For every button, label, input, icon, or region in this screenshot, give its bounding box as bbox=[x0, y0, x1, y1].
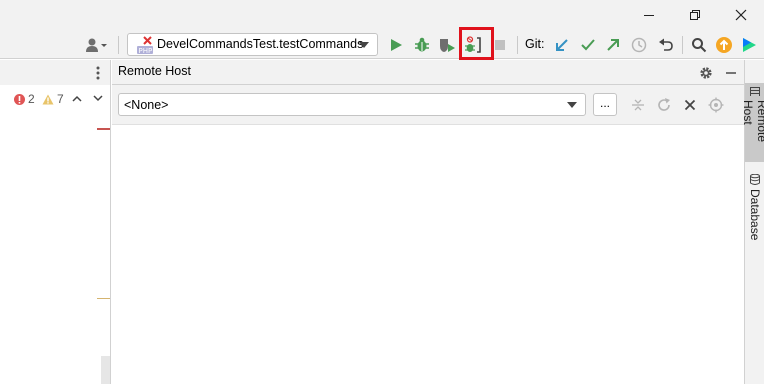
chevron-down-icon bbox=[93, 94, 103, 101]
browse-hosts-button[interactable]: ... bbox=[593, 93, 617, 116]
git-label: Git: bbox=[525, 37, 545, 51]
user-button[interactable] bbox=[84, 34, 112, 56]
right-tool-window-bar: Remote Host Database bbox=[741, 60, 764, 384]
run-configuration-label: DevelCommandsTest.testCommands bbox=[157, 37, 364, 51]
debug-button[interactable] bbox=[411, 34, 433, 56]
coverage-icon bbox=[440, 39, 455, 52]
minimize-icon bbox=[726, 72, 736, 74]
inspection-errors[interactable]: 2 bbox=[14, 92, 35, 106]
gear-icon bbox=[700, 67, 712, 79]
autoscroll-from-source-button[interactable] bbox=[705, 94, 727, 116]
error-icon bbox=[14, 93, 25, 105]
remote-host-header: Remote Host bbox=[112, 60, 744, 85]
svg-text:PHP: PHP bbox=[139, 47, 153, 55]
chevron-down-icon bbox=[359, 42, 369, 48]
main-toolbar: PHP DevelCommandsTest.testCommands Git: bbox=[0, 27, 764, 60]
toolbox-button[interactable] bbox=[738, 34, 760, 56]
server-icon bbox=[750, 87, 760, 96]
user-icon bbox=[86, 38, 107, 52]
previous-highlight-button[interactable] bbox=[70, 91, 84, 105]
stop-icon bbox=[495, 40, 505, 50]
git-commit-button[interactable] bbox=[577, 34, 599, 56]
close-icon bbox=[684, 99, 696, 111]
error-stripe-marker[interactable] bbox=[97, 128, 110, 130]
inspection-warnings[interactable]: 7 bbox=[42, 92, 64, 106]
minimize-button[interactable] bbox=[626, 0, 672, 30]
close-window-button[interactable] bbox=[718, 0, 764, 30]
warning-count: 7 bbox=[57, 92, 64, 106]
clock-icon bbox=[631, 37, 647, 53]
toolbar-separator bbox=[682, 36, 683, 54]
update-arrow-icon bbox=[716, 37, 732, 53]
arrow-up-right-icon bbox=[607, 39, 619, 51]
remote-host-select[interactable]: <None> bbox=[118, 93, 586, 116]
minimize-icon bbox=[644, 15, 654, 16]
undo-icon bbox=[659, 38, 673, 51]
git-push-button[interactable] bbox=[602, 34, 624, 56]
remote-host-toolbar: <None> ... bbox=[112, 85, 744, 125]
history-button[interactable] bbox=[628, 34, 650, 56]
panel-settings-button[interactable] bbox=[695, 62, 717, 84]
search-everywhere-button[interactable] bbox=[688, 34, 710, 56]
title-bar bbox=[0, 0, 764, 30]
stop-button[interactable] bbox=[489, 34, 511, 56]
disconnect-button[interactable] bbox=[679, 94, 701, 116]
arrow-down-left-icon bbox=[556, 39, 568, 51]
tab-database[interactable]: Database bbox=[745, 170, 764, 242]
git-update-button[interactable] bbox=[551, 34, 573, 56]
crosshair-icon bbox=[708, 97, 724, 113]
tab-remote-host-label: Remote Host bbox=[741, 99, 764, 142]
run-icon bbox=[391, 39, 402, 51]
error-count: 2 bbox=[28, 92, 35, 106]
refresh-button[interactable] bbox=[653, 94, 675, 116]
remote-host-panel: Remote Host <None> ... bbox=[112, 60, 744, 384]
panel-title: Remote Host bbox=[118, 64, 191, 78]
remote-host-value: <None> bbox=[124, 98, 169, 112]
run-configuration-select[interactable]: PHP DevelCommandsTest.testCommands bbox=[127, 33, 378, 56]
panel-hide-button[interactable] bbox=[720, 62, 742, 84]
warning-stripe-marker[interactable] bbox=[97, 298, 110, 299]
close-icon bbox=[735, 9, 747, 21]
search-icon bbox=[692, 38, 707, 53]
chevron-down-icon bbox=[567, 102, 577, 108]
run-button[interactable] bbox=[385, 34, 407, 56]
chevron-up-icon bbox=[72, 95, 82, 102]
restore-button[interactable] bbox=[672, 0, 718, 30]
collapse-icon bbox=[632, 99, 644, 111]
bug-icon bbox=[415, 37, 429, 52]
remote-host-tree[interactable] bbox=[112, 126, 744, 384]
ide-update-button[interactable] bbox=[713, 34, 735, 56]
rollback-button[interactable] bbox=[655, 34, 677, 56]
toolbar-separator bbox=[517, 36, 518, 54]
toolbox-logo-icon bbox=[743, 38, 756, 52]
warning-icon bbox=[42, 94, 54, 104]
collapse-all-button[interactable] bbox=[627, 94, 649, 116]
toolbar-separator bbox=[118, 36, 119, 54]
next-highlight-button[interactable] bbox=[91, 91, 105, 105]
database-icon bbox=[750, 174, 760, 185]
editor-header bbox=[0, 60, 110, 85]
editor-scrollbar[interactable] bbox=[101, 356, 110, 384]
checkmark-icon bbox=[581, 39, 595, 51]
coverage-button[interactable] bbox=[436, 34, 458, 56]
php-test-icon: PHP bbox=[137, 36, 153, 55]
tab-database-label: Database bbox=[748, 189, 762, 241]
editor-gutter-panel: 2 7 bbox=[0, 60, 111, 384]
more-options-icon[interactable] bbox=[96, 66, 100, 80]
refresh-icon bbox=[658, 98, 670, 111]
restore-icon bbox=[690, 10, 700, 20]
tab-remote-host[interactable]: Remote Host bbox=[741, 83, 764, 162]
